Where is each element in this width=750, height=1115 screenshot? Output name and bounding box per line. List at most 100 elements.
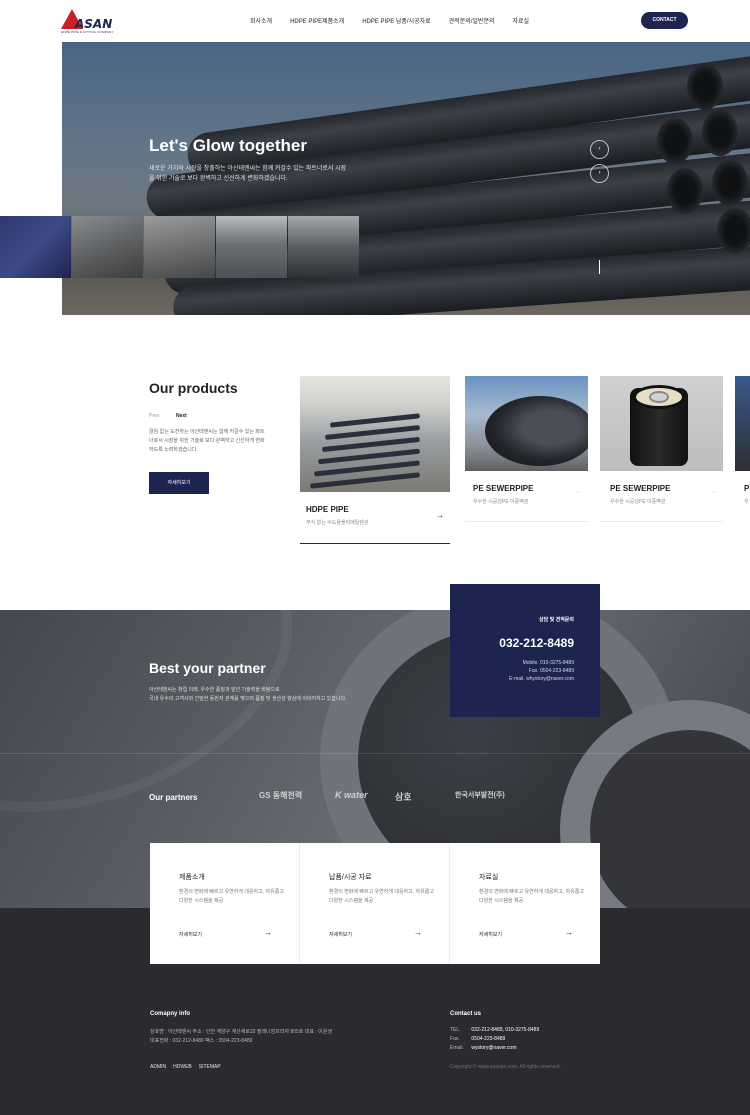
products-title: Our products [149, 380, 238, 396]
footer-fax-key: Fax. [450, 1036, 460, 1042]
footer-copyright: Copyright © www.asanpe.com. All rights r… [450, 1064, 561, 1070]
hero-title: Let's Glow together [149, 136, 307, 155]
card-divider [465, 521, 588, 522]
hero-thumbnail[interactable] [72, 216, 143, 278]
nav-item-delivery[interactable]: HDPE PIPE 납품/시공자료 [362, 16, 430, 25]
service-box-library[interactable]: 자료실 환경의 변화에 빠르고 유연하게 대응하고, 자유롭고 다양한 시스템을… [450, 843, 600, 964]
product-card-partial[interactable]: P 우 [735, 376, 750, 522]
partner-logo-kwp[interactable]: 한국서부발전(주) [455, 790, 505, 800]
logo-subtitle: HDPE PIPE & FITTING COMPANY [61, 30, 114, 34]
footer-fax-row: Fax. 0504-223-8489 [450, 1036, 505, 1042]
footer-contact-heading: Contact us [450, 1011, 482, 1017]
product-card-title: PE SEWERPIPE [473, 484, 534, 493]
footer-email-row: Email. wystory@naver.com [450, 1045, 516, 1051]
partner-description-line: 아산테앤씨는 창립 이래, 우수한 품질과 앞선 기술력을 바탕으로 [149, 687, 280, 693]
arrow-right-icon: → [565, 928, 573, 937]
background-pipe-shape [0, 610, 332, 864]
nav-item-inquiry[interactable]: 견적문의/일반문의 [449, 16, 495, 25]
site-header: ASAN HDPE PIPE & FITTING COMPANY 회사소개 HD… [0, 0, 750, 42]
nav-item-library[interactable]: 자료실 [512, 16, 529, 25]
products-more-button[interactable]: 자세히보기 [149, 472, 209, 494]
hero-thumbnails [0, 216, 360, 278]
service-box-delivery[interactable]: 납품/시공 자료 환경의 변화에 빠르고 유연하게 대응하고, 자유롭고 다양한… [300, 843, 450, 964]
service-description: 환경의 변화에 빠르고 유연하게 대응하고, 자유롭고 다양한 시스템을 제공 [179, 889, 284, 904]
products-description: 끊임 없는 도전하는 아산테앤씨는 함께 커갈수 있는 파트너로서 시장을 위한… [149, 429, 265, 453]
product-card-subtitle: 우수한 시공성PE 이중벽관 [473, 499, 529, 505]
arrow-right-icon: → [710, 489, 716, 495]
partner-divider [0, 753, 750, 754]
partners-label: Our partners [149, 793, 198, 802]
product-card-subtitle: 우 [744, 499, 749, 505]
products-prev-button[interactable]: Prev [149, 413, 159, 419]
partner-description: 아산테앤씨는 창립 이래, 우수한 품질과 앞선 기술력을 바탕으로 국내 유수… [149, 686, 409, 704]
footer-link-hdweb[interactable]: HDWEB [173, 1064, 192, 1070]
product-image-detail [485, 396, 588, 466]
product-image-detail [649, 391, 669, 403]
product-card-hdpe[interactable]: HDPE PIPE 부식 없는 수도용폴리에틸렌관 → [300, 376, 450, 544]
hero-prev-arrow-icon[interactable]: ‹ [590, 140, 609, 159]
footer-company-info: 상호명 : 아산테앤씨 주소 : 인천 계양구 계산새로33 필레니엄프라자 8… [150, 1029, 332, 1035]
main-nav: 회사소개 HDPE PIPE제품소개 HDPE PIPE 납품/시공자료 견적문… [250, 16, 547, 25]
hero-next-arrow-icon[interactable]: › [590, 164, 609, 183]
products-next-button[interactable]: Next [176, 413, 187, 419]
service-more-link[interactable]: 자세히보기 [179, 931, 202, 938]
footer-email-value[interactable]: wystory@naver.com [471, 1045, 516, 1051]
logo-text: ASAN [75, 17, 113, 31]
contact-button[interactable]: CONTACT [641, 12, 688, 29]
contact-box-label: 상담 및 견적문의 [539, 617, 574, 623]
footer-fax-value: 0504-223-8489 [471, 1036, 506, 1042]
product-card-subtitle: 우수한 시공성PE 이중벽관 [610, 499, 666, 505]
arrow-right-icon: → [575, 489, 581, 495]
product-card-title: PE SEWERPIPE [610, 484, 671, 493]
partner-description-line: 국내 유수의 고객사와 긴밀한 동반자 관계를 맺으며 품질 및 생산성 향상에… [149, 696, 347, 702]
footer-tel-key: TEL. [450, 1027, 461, 1033]
footer-tel-value: 032-212-8489, 010-3275-8489 [471, 1027, 540, 1033]
hero-indicator-line [599, 260, 600, 274]
contact-box-mobile: Mobile. 010-3275-8489 [522, 660, 574, 666]
service-more-link[interactable]: 자세히보기 [479, 931, 502, 938]
service-title: 제품소개 [179, 874, 205, 881]
product-card-sewerpipe-insulated[interactable]: PE SEWERPIPE 우수한 시공성PE 이중벽관 → [600, 376, 723, 522]
partner-logo-samho[interactable]: 삼호 [395, 790, 412, 803]
card-divider [600, 521, 723, 522]
nav-item-company[interactable]: 회사소개 [250, 16, 272, 25]
footer-link-admin[interactable]: ADMIN [150, 1064, 166, 1070]
partner-title: Best your partner [149, 660, 266, 676]
product-card-subtitle: 부식 없는 수도용폴리에틸렌관 [306, 520, 369, 526]
page: ASAN HDPE PIPE & FITTING COMPANY 회사소개 HD… [0, 0, 750, 1115]
footer-links: ADMIN HDWEB SITEMAP [150, 1064, 221, 1070]
service-box-products[interactable]: 제품소개 환경의 변화에 빠르고 유연하게 대응하고, 자유롭고 다양한 시스템… [150, 843, 300, 964]
arrow-right-icon: → [264, 928, 272, 937]
arrow-right-icon: → [414, 928, 422, 937]
arrow-right-icon: → [436, 511, 444, 520]
product-card-active-indicator [300, 543, 450, 544]
hero-thumbnail[interactable] [288, 216, 359, 278]
hero-thumbnail[interactable] [216, 216, 287, 278]
footer-tel-row: TEL. 032-212-8489, 010-3275-8489 [450, 1027, 539, 1033]
footer-email-key: Email. [450, 1045, 464, 1051]
service-title: 납품/시공 자료 [329, 874, 372, 881]
contact-box-fax: Fax. 0504-223-8489 [528, 668, 574, 674]
contact-box: 상담 및 견적문의 032-212-8489 Mobile. 010-3275-… [450, 584, 600, 717]
footer-link-sitemap[interactable]: SITEMAP [199, 1064, 221, 1070]
product-image [300, 376, 450, 492]
partner-logo-gs[interactable]: GS 동해전력 [259, 790, 302, 801]
contact-box-phone[interactable]: 032-212-8489 [499, 636, 574, 650]
product-image [465, 376, 588, 471]
contact-box-email: E-mail. whystory@naver.com [509, 676, 574, 682]
product-card-sewerpipe[interactable]: PE SEWERPIPE 우수한 시공성PE 이중벽관 → [465, 376, 588, 522]
product-card-title: HDPE PIPE [306, 505, 349, 514]
footer-company-heading: Comapny info [150, 1011, 190, 1017]
service-description: 환경의 변화에 빠르고 유연하게 대응하고, 자유롭고 다양한 시스템을 제공 [479, 889, 584, 904]
service-more-link[interactable]: 자세히보기 [329, 931, 352, 938]
service-boxes: 제품소개 환경의 변화에 빠르고 유연하게 대응하고, 자유롭고 다양한 시스템… [150, 843, 600, 964]
hero-description: 새로운 가치와 시장을 창출하는 아산테앤씨는 함께 커갈수 있는 파트너로서 … [149, 166, 347, 182]
logo[interactable]: ASAN HDPE PIPE & FITTING COMPANY [61, 9, 114, 35]
hero-thumbnail[interactable] [0, 216, 71, 278]
service-description: 환경의 변화에 빠르고 유연하게 대응하고, 자유롭고 다양한 시스템을 제공 [329, 889, 434, 904]
nav-item-products[interactable]: HDPE PIPE제품소개 [290, 16, 344, 25]
hero-thumbnail[interactable] [144, 216, 215, 278]
product-image [735, 376, 750, 471]
product-card-title: P [744, 484, 750, 493]
partner-logo-kwater[interactable]: K water [335, 790, 368, 800]
